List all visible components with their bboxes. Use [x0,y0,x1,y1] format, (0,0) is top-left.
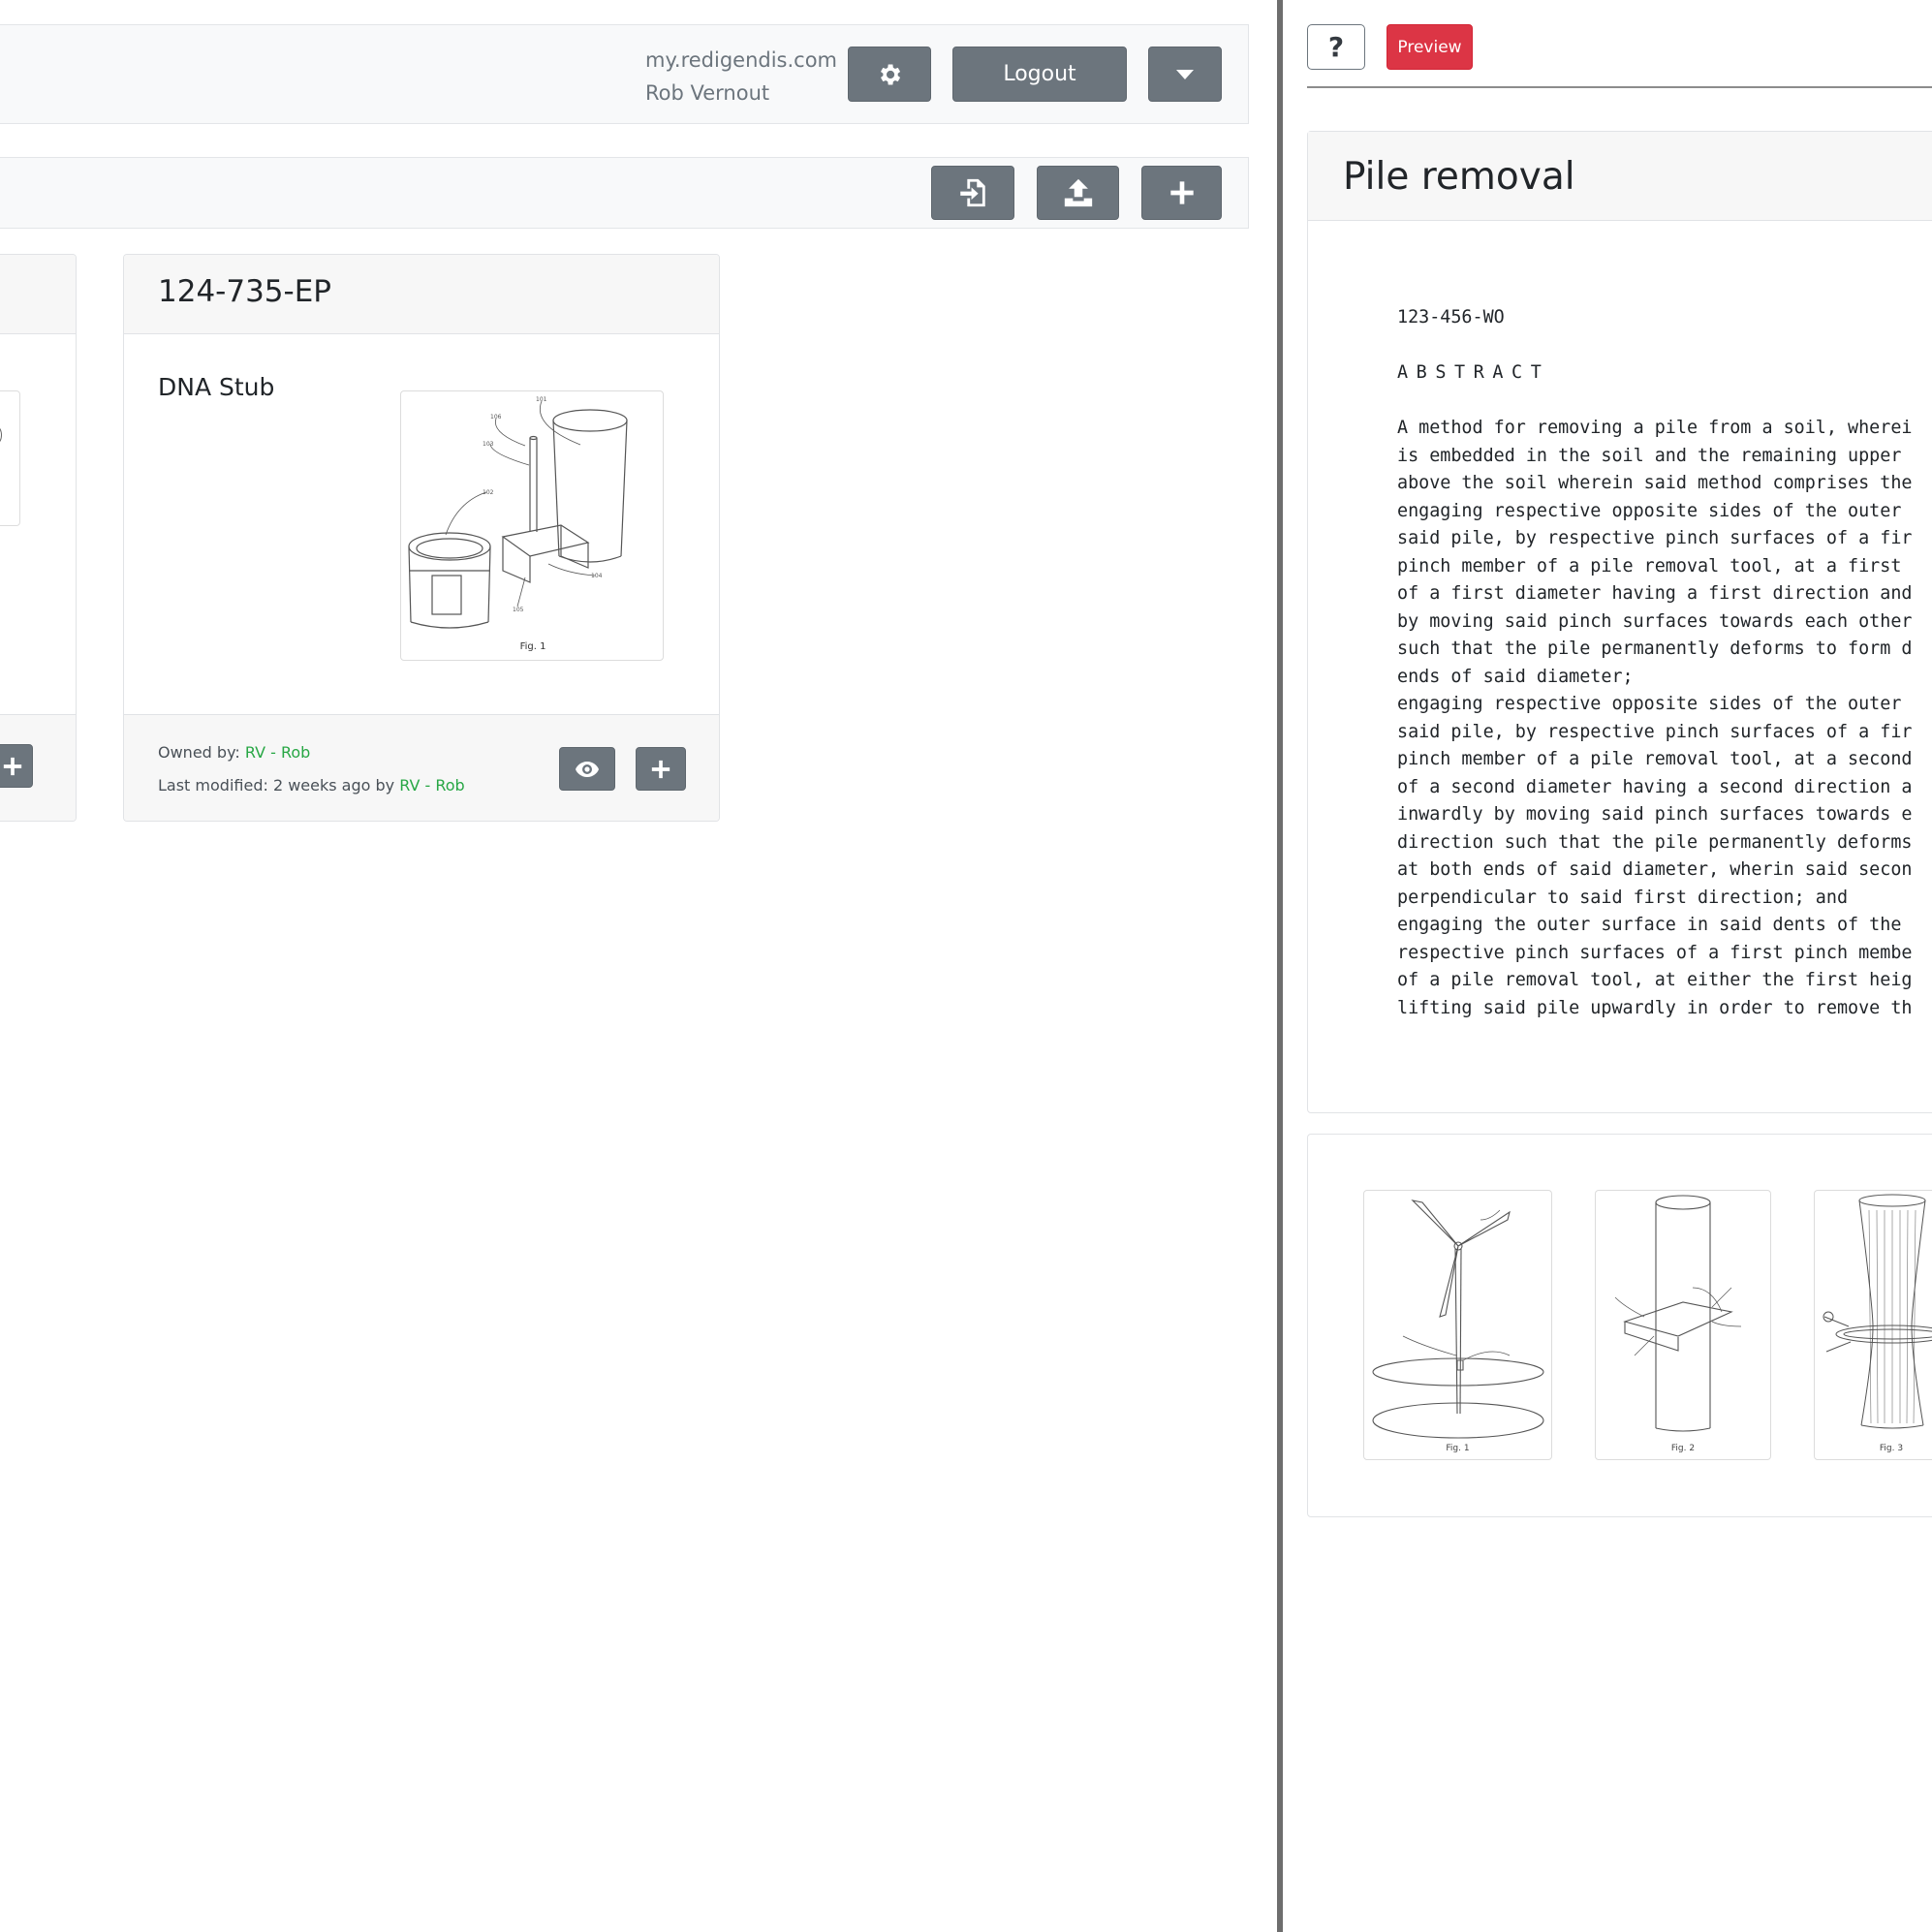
file-import-icon [960,178,985,207]
figure-thumbnail[interactable]: Fig. 2 [1595,1190,1771,1460]
gear-icon [881,64,901,84]
account-info: my.redigendis.com Rob Vernout [645,44,837,109]
account-dropdown-button[interactable] [1148,47,1222,102]
settings-button[interactable] [848,47,931,102]
upload-icon [1064,178,1092,207]
account-user-name: Rob Vernout [645,81,770,105]
last-modified-line: Last modified: 2 weeks ago by RV - Rob [158,776,465,795]
owned-by-label: Owned by: [158,743,240,762]
caret-down-icon [1176,69,1194,79]
figure-label: 102 [483,489,494,496]
card-subtitle: DNA Stub [158,373,275,401]
preview-pane: ? Preview Pile removal 123-456-WO ABSTRAC… [1283,0,1932,1932]
figure-label: 103 [483,441,494,448]
patent-drawing: 101 106 103 102 104 105 Fig. 1 [408,396,628,652]
last-modified-label: Last modified: 2 weeks ago by [158,776,395,795]
abstract-text: A method for removing a pile from a soil… [1397,418,1913,1018]
owner-link[interactable]: RV - Rob [245,743,310,762]
patent-card[interactable]: 124-735-EP DNA Stub 101 106 103 102 104 … [123,254,720,822]
wind-turbine-drawing [1372,1200,1544,1439]
figure-thumbnail[interactable]: 101 106 103 102 104 105 Fig. 1 [400,390,664,661]
patent-card-partial [0,254,77,822]
figure-label: 104 [591,573,603,579]
document-number: 123-456-WO [1397,307,1505,327]
preview-button[interactable]: Preview [1387,24,1473,70]
plus-icon [651,760,670,778]
figure-caption: Fig. 1 [1446,1444,1470,1453]
import-button[interactable] [931,166,1014,220]
figure-caption: Fig. 2 [1670,1444,1696,1453]
plus-icon [3,757,21,775]
figure-label: 105 [513,607,524,613]
figures-card: Fig. 1 Fig. 2 Fig. 3 [1307,1134,1932,1517]
add-button[interactable] [636,747,686,791]
add-button[interactable] [1141,166,1222,220]
deformed-pile-drawing [1823,1194,1932,1429]
document-title: Pile removal [1343,155,1575,199]
logout-button[interactable]: Logout [952,47,1127,102]
abstract-heading: ABSTRACT [1397,362,1550,383]
modified-by-link[interactable]: RV - Rob [399,776,464,795]
document-body: 123-456-WO ABSTRACT A method for removing … [1397,304,1912,1022]
figure-caption: Fig. 1 [520,641,546,652]
figure-thumbnail[interactable]: Fig. 1 [1363,1190,1552,1460]
upload-button[interactable] [1037,166,1119,220]
card-title: 124-735-EP [158,274,331,309]
pile-clamp-drawing [1614,1195,1742,1432]
figure-thumbnail[interactable] [0,390,20,526]
add-button[interactable] [0,744,33,788]
document-card: Pile removal 123-456-WO ABSTRACT A method … [1307,131,1932,1113]
figure-thumbnail[interactable]: Fig. 3 [1814,1190,1932,1460]
help-button[interactable]: ? [1307,24,1365,70]
account-domain: my.redigendis.com [645,48,838,72]
eye-icon [576,761,599,777]
figure-caption: Fig. 3 [1879,1444,1904,1453]
divider-line [1307,86,1932,88]
plus-icon [1169,181,1194,204]
figure-label: 101 [536,396,547,403]
dashboard-pane: my.redigendis.com Rob Vernout Logout 124… [0,0,1279,1932]
owner-line: Owned by: RV - Rob [158,743,310,762]
figure-label: 106 [490,414,502,421]
view-button[interactable] [559,747,615,791]
